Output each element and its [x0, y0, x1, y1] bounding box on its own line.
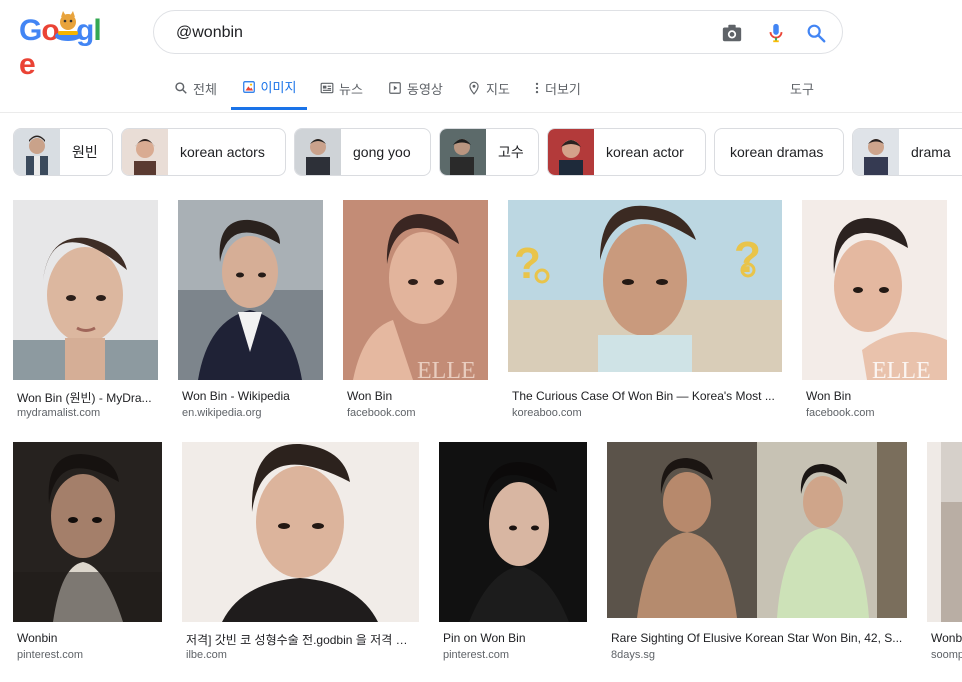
result-source: ilbe.com [186, 649, 227, 661]
related-chip[interactable]: drama [852, 128, 962, 176]
image-result[interactable]: Wonb soomp [927, 442, 962, 664]
result-image[interactable] [178, 200, 323, 380]
chip-label: drama [911, 144, 951, 160]
image-result[interactable]: Won Bin - Wikipedia en.wikipedia.org [178, 200, 324, 420]
play-icon [389, 82, 401, 94]
image-result[interactable]: 저격] 갓빈 코 성형수술 전.godbin 을 저격 한... ilbe.co… [182, 442, 420, 664]
related-chip[interactable]: 원빈 [13, 128, 113, 176]
google-logo[interactable]: Google [19, 11, 109, 81]
result-source: koreaboo.com [512, 407, 582, 419]
result-source: pinterest.com [443, 649, 510, 661]
result-source: en.wikipedia.org [182, 407, 262, 419]
tab-videos[interactable]: 동영상 [388, 66, 443, 110]
tab-maps[interactable]: 지도 [467, 66, 510, 110]
chip-label: gong yoo [353, 144, 411, 160]
image-result[interactable]: Pin on Won Bin pinterest.com [439, 442, 588, 664]
result-title[interactable]: 저격] 갓빈 코 성형수술 전.godbin 을 저격 한... [186, 631, 414, 648]
search-box[interactable] [153, 10, 843, 54]
search-icon [175, 82, 187, 94]
chip-thumbnail [853, 129, 899, 175]
tab-label: 뉴스 [339, 81, 363, 97]
chip-label: 고수 [498, 144, 524, 160]
tab-label: 동영상 [407, 81, 443, 97]
more-vert-icon [535, 82, 539, 94]
chip-thumbnail [295, 129, 341, 175]
search-tabs: 전체 이미지 뉴스 동영상 지도 더보기 도구 [0, 66, 962, 113]
chip-label: korean actor [606, 144, 684, 160]
result-image[interactable]: ?? [508, 200, 782, 372]
tab-images[interactable]: 이미지 [231, 66, 307, 110]
image-result[interactable]: Rare Sighting Of Elusive Korean Star Won… [607, 442, 908, 664]
result-image[interactable]: ELLE [343, 200, 488, 380]
map-pin-icon [469, 81, 479, 95]
related-chip[interactable]: korean dramas [714, 128, 844, 176]
svg-text:ELLE: ELLE [417, 358, 476, 380]
result-title[interactable]: Won Bin (원빈) - MyDra... [17, 389, 157, 406]
image-result[interactable]: ?? The Curious Case Of Won Bin — Korea's… [508, 200, 783, 420]
result-image[interactable] [182, 442, 419, 622]
chip-label: korean actors [180, 144, 265, 160]
microphone-icon[interactable] [765, 22, 787, 44]
chip-thumbnail [122, 129, 168, 175]
tab-label: 더보기 [545, 81, 581, 97]
result-image[interactable] [13, 200, 158, 380]
result-image[interactable] [927, 442, 962, 622]
camera-icon[interactable] [721, 22, 743, 44]
result-source: facebook.com [806, 407, 875, 419]
result-image[interactable] [13, 442, 162, 622]
related-chip[interactable]: 고수 [439, 128, 539, 176]
result-image[interactable] [439, 442, 587, 622]
result-title[interactable]: Won Bin [347, 389, 487, 403]
result-title[interactable]: Won Bin - Wikipedia [182, 389, 322, 403]
result-source: mydramalist.com [17, 407, 101, 419]
result-title[interactable]: Wonb [931, 631, 962, 645]
result-title[interactable]: Pin on Won Bin [443, 631, 585, 645]
tools-label: 도구 [790, 81, 814, 97]
tab-news[interactable]: 뉴스 [320, 66, 363, 110]
result-title[interactable]: Rare Sighting Of Elusive Korean Star Won… [611, 631, 903, 645]
chip-label: 원빈 [72, 144, 98, 160]
result-title[interactable]: Wonbin [17, 631, 161, 645]
doodle-icon [55, 11, 81, 41]
chip-thumbnail [440, 129, 486, 175]
related-chip[interactable]: korean actor [547, 128, 706, 176]
search-icon[interactable] [805, 22, 827, 44]
result-source: facebook.com [347, 407, 416, 419]
tab-all[interactable]: 전체 [174, 66, 217, 110]
result-title[interactable]: The Curious Case Of Won Bin — Korea's Mo… [512, 389, 778, 403]
image-result[interactable]: Wonbin pinterest.com [13, 442, 163, 664]
tools-button[interactable]: 도구 [790, 66, 814, 110]
chip-label: korean dramas [730, 144, 824, 160]
image-icon [242, 80, 255, 93]
result-source: pinterest.com [17, 649, 84, 661]
chip-thumbnail [548, 129, 594, 175]
image-result[interactable]: ELLE Won Bin facebook.com [343, 200, 489, 420]
result-source: soomp [931, 649, 962, 661]
image-result[interactable]: Won Bin (원빈) - MyDra... mydramalist.com [13, 200, 159, 420]
result-title[interactable]: Won Bin [806, 389, 946, 403]
result-image[interactable]: ELLE [802, 200, 947, 380]
news-icon [320, 82, 334, 94]
search-input[interactable] [174, 19, 698, 47]
chip-thumbnail [14, 129, 60, 175]
tab-label: 전체 [193, 81, 217, 97]
tab-more[interactable]: 더보기 [534, 66, 581, 110]
image-result[interactable]: ELLE Won Bin facebook.com [802, 200, 948, 420]
tab-label: 이미지 [260, 80, 297, 95]
tab-label: 지도 [486, 81, 510, 97]
related-chip[interactable]: gong yoo [294, 128, 431, 176]
svg-text:ELLE: ELLE [872, 358, 931, 380]
related-chip[interactable]: korean actors [121, 128, 286, 176]
result-image[interactable] [607, 442, 907, 618]
result-source: 8days.sg [611, 649, 656, 661]
